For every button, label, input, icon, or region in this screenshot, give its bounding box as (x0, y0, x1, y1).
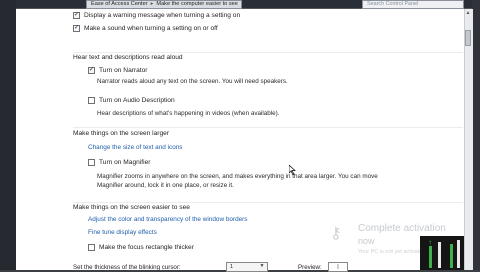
right-dark-edge (472, 0, 480, 270)
section-divider (73, 127, 463, 128)
audio-description-option[interactable]: Turn on Audio Description (88, 97, 175, 104)
audio-description-text: Hear descriptions of what's happening in… (97, 110, 280, 117)
audio-description-checkbox[interactable] (88, 97, 95, 104)
level-bar (438, 242, 441, 268)
search-input[interactable]: Search Control Panel (362, 0, 464, 9)
magnifier-checkbox[interactable] (88, 159, 95, 166)
level-bar (429, 246, 432, 268)
focus-rectangle-option[interactable]: Make the focus rectangle thicker (88, 244, 194, 251)
level-bar (450, 244, 453, 268)
cursor-thickness-value: 1 (230, 264, 234, 270)
change-text-size-link[interactable]: Change the size of text and icons (88, 144, 183, 151)
narrator-description: Narrator reads aloud any text on the scr… (97, 78, 288, 85)
section-divider (73, 52, 463, 53)
display-effects-link[interactable]: Fine tune display effects (88, 229, 157, 236)
magnifier-description-line2: Magnifier around, lock it in one place, … (97, 182, 234, 189)
warning-message-label: Display a warning message when turning a… (84, 12, 241, 19)
sound-label: Make a sound when turning a setting on o… (84, 25, 218, 32)
level-bar (457, 240, 460, 268)
narrator-option[interactable]: ✓ Turn on Narrator (88, 67, 148, 74)
window-borders-link[interactable]: Adjust the color and transparency of the… (88, 216, 248, 223)
section-heading-larger: Make things on the screen larger (73, 130, 170, 137)
activation-watermark-note: Your PC is not yet activated (358, 249, 426, 255)
activation-key-icon: ⚷ (330, 225, 342, 242)
vertical-scrollbar[interactable] (464, 9, 473, 270)
section-divider (73, 202, 463, 203)
sound-checkbox[interactable]: ✓ (73, 25, 80, 32)
breadcrumb-item[interactable]: Ease of Access Center (91, 1, 148, 7)
focus-rectangle-label: Make the focus rectangle thicker (99, 244, 194, 251)
section-heading-hear: Hear text and descriptions read aloud (73, 54, 183, 61)
warning-message-option[interactable]: ✓ Display a warning message when turning… (73, 12, 240, 19)
section-heading-see: Make things on the screen easier to see (73, 204, 190, 211)
chevron-down-icon[interactable]: ▼ (258, 262, 266, 270)
breadcrumb[interactable]: Ease of Access Center ▸ Make the computer … (86, 0, 242, 9)
narrator-checkbox[interactable]: ✓ (88, 67, 95, 74)
scroll-thumb[interactable] (465, 30, 471, 46)
magnifier-option[interactable]: Turn on Magnifier (88, 159, 150, 166)
activation-watermark-subtitle: now (358, 236, 375, 246)
tray-overlay: ↑ (420, 236, 464, 270)
left-dark-bar (0, 0, 16, 270)
audio-description-label: Turn on Audio Description (99, 97, 175, 104)
mouse-pointer-icon (289, 165, 296, 175)
narrator-label: Turn on Narrator (99, 67, 148, 74)
scroll-up-icon[interactable]: ▲ (465, 10, 471, 17)
preview-box: | (328, 262, 348, 272)
warning-message-checkbox[interactable]: ✓ (73, 12, 80, 19)
magnifier-label: Turn on Magnifier (99, 159, 151, 166)
breadcrumb-item[interactable]: Make the computer easier to see (156, 1, 237, 7)
focus-rectangle-checkbox[interactable] (88, 244, 95, 251)
sound-option[interactable]: ✓ Make a sound when turning a setting on… (73, 25, 218, 32)
activation-watermark-title: Complete activation (358, 223, 446, 234)
